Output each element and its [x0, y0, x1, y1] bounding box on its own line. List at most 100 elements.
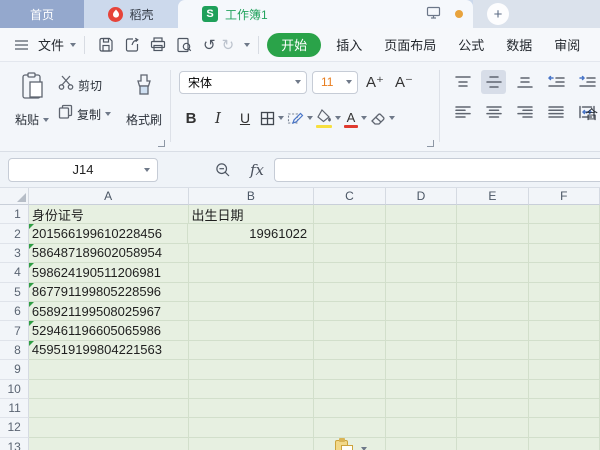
cell-C3[interactable]: [314, 244, 385, 263]
cell-C6[interactable]: [314, 302, 385, 321]
row-header-12[interactable]: 12: [0, 418, 29, 437]
cell-D13[interactable]: [386, 438, 457, 450]
cell-F6[interactable]: [529, 302, 600, 321]
font-name-select[interactable]: 宋体: [179, 71, 307, 94]
print-preview-icon[interactable]: [171, 37, 197, 53]
cell-C12[interactable]: [314, 418, 385, 437]
increase-indent-button[interactable]: [575, 70, 600, 94]
print-icon[interactable]: [145, 37, 171, 52]
column-header-A[interactable]: A: [29, 188, 189, 205]
decrease-indent-button[interactable]: [544, 70, 569, 94]
italic-button[interactable]: I: [206, 106, 230, 130]
row-header-7[interactable]: 7: [0, 321, 29, 340]
cell-C10[interactable]: [314, 380, 385, 399]
cell-D4[interactable]: [386, 263, 457, 282]
column-header-C[interactable]: C: [314, 188, 385, 205]
cell-A7[interactable]: 529461196605065986: [29, 321, 189, 340]
row-header-9[interactable]: 9: [0, 360, 29, 379]
cell-E7[interactable]: [457, 321, 528, 340]
cell-A10[interactable]: [29, 380, 189, 399]
screen-share-icon[interactable]: [426, 6, 441, 22]
cell-D5[interactable]: [386, 283, 457, 302]
cell-C11[interactable]: [314, 399, 385, 418]
align-middle-button[interactable]: [481, 70, 506, 94]
row-header-3[interactable]: 3: [0, 244, 29, 263]
tab-docer[interactable]: 稻壳: [84, 0, 178, 28]
font-size-select[interactable]: 11: [312, 71, 358, 94]
cell-E6[interactable]: [457, 302, 528, 321]
row-header-1[interactable]: 1: [0, 205, 29, 224]
cell-F3[interactable]: [529, 244, 600, 263]
undo-icon[interactable]: ↺: [203, 36, 216, 54]
cell-B7[interactable]: [189, 321, 315, 340]
borders-button[interactable]: [260, 106, 284, 130]
cell-F7[interactable]: [529, 321, 600, 340]
row-header-11[interactable]: 11: [0, 399, 29, 418]
cell-B13[interactable]: [189, 438, 315, 450]
cell-C5[interactable]: [314, 283, 385, 302]
row-header-10[interactable]: 10: [0, 380, 29, 399]
cell-F8[interactable]: [529, 341, 600, 360]
cell-C4[interactable]: [314, 263, 385, 282]
file-menu-caret-icon[interactable]: [70, 43, 76, 47]
cell-A9[interactable]: [29, 360, 189, 379]
row-header-8[interactable]: 8: [0, 341, 29, 360]
cell-B1[interactable]: 出生日期: [189, 205, 315, 224]
cell-A1[interactable]: 身份证号: [29, 205, 189, 224]
tab-document-active[interactable]: S 工作簿1: [178, 0, 473, 28]
clear-format-button[interactable]: [370, 106, 395, 130]
cut-button[interactable]: 剪切: [58, 75, 120, 95]
cell-B3[interactable]: [189, 244, 315, 263]
cell-E9[interactable]: [457, 360, 528, 379]
cell-D9[interactable]: [386, 360, 457, 379]
cell-D11[interactable]: [386, 399, 457, 418]
cell-F10[interactable]: [529, 380, 600, 399]
align-bottom-button[interactable]: [512, 70, 537, 94]
cell-A6[interactable]: 658921199508025967: [29, 302, 189, 321]
align-top-button[interactable]: [450, 70, 475, 94]
draw-border-button[interactable]: [287, 106, 313, 130]
row-header-4[interactable]: 4: [0, 263, 29, 282]
font-color-button[interactable]: A: [344, 106, 367, 130]
zoom-out-icon[interactable]: [210, 162, 236, 178]
ribbon-tab-review[interactable]: 审阅: [543, 33, 591, 57]
merge-center-button-partial[interactable]: 合: [585, 104, 600, 123]
ribbon-tab-insert[interactable]: 插入: [325, 33, 373, 57]
cell-A4[interactable]: 598624190511206981: [29, 263, 189, 282]
new-tab-button[interactable]: +: [487, 3, 509, 25]
cell-A8[interactable]: 459519199804221563: [29, 341, 189, 360]
redo-icon[interactable]: ↻: [222, 36, 235, 54]
row-header-5[interactable]: 5: [0, 283, 29, 302]
clipboard-dialog-launcher-icon[interactable]: [158, 140, 165, 147]
cell-F12[interactable]: [529, 418, 600, 437]
column-header-D[interactable]: D: [386, 188, 457, 205]
quickbar-more-caret-icon[interactable]: [244, 43, 250, 47]
cell-F11[interactable]: [529, 399, 600, 418]
cell-C2[interactable]: [314, 224, 385, 243]
cell-F4[interactable]: [529, 263, 600, 282]
paste-button[interactable]: 粘贴: [6, 68, 58, 151]
cell-A11[interactable]: [29, 399, 189, 418]
tab-home[interactable]: 首页: [0, 0, 84, 28]
cell-E11[interactable]: [457, 399, 528, 418]
cell-E3[interactable]: [457, 244, 528, 263]
row-header-13[interactable]: 13: [0, 438, 29, 450]
cell-D10[interactable]: [386, 380, 457, 399]
cell-C9[interactable]: [314, 360, 385, 379]
font-dialog-launcher-icon[interactable]: [427, 140, 434, 147]
paste-options-widget[interactable]: [335, 439, 367, 450]
cell-B12[interactable]: [189, 418, 315, 437]
cell-B9[interactable]: [189, 360, 315, 379]
cell-E4[interactable]: [457, 263, 528, 282]
column-header-E[interactable]: E: [457, 188, 528, 205]
export-icon[interactable]: [119, 37, 145, 53]
bold-button[interactable]: B: [179, 106, 203, 130]
cell-D2[interactable]: [386, 224, 457, 243]
column-header-B[interactable]: B: [189, 188, 315, 205]
cell-E1[interactable]: [457, 205, 528, 224]
align-left-button[interactable]: [450, 100, 475, 124]
align-center-button[interactable]: [481, 100, 506, 124]
cell-B4[interactable]: [189, 263, 315, 282]
cell-C7[interactable]: [314, 321, 385, 340]
formula-input[interactable]: [274, 158, 600, 182]
